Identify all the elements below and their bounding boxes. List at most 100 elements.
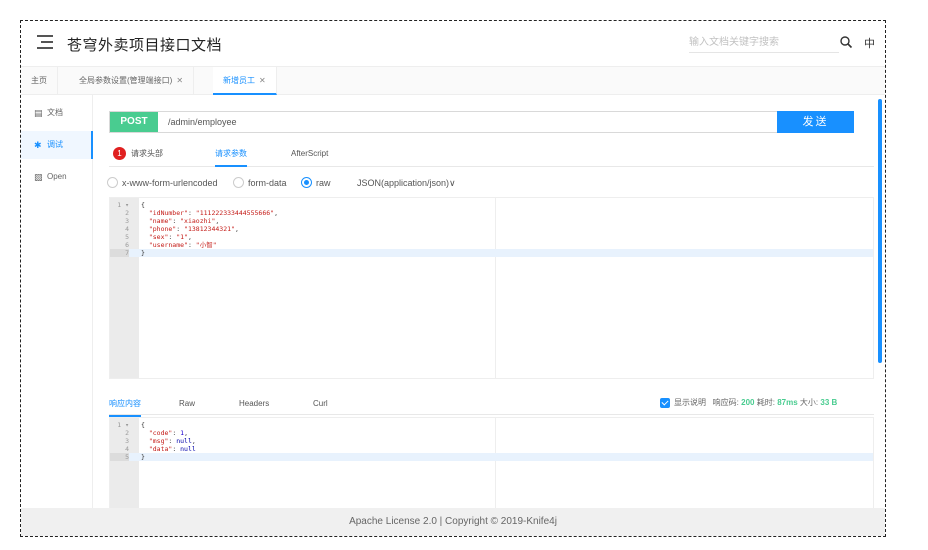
show-desc-checkbox[interactable] xyxy=(660,397,670,408)
page-tabs: 主页 全局参数设置(管理端接口) ✕ 新增员工 ✕ xyxy=(21,67,885,95)
code-text: { xyxy=(141,201,145,209)
tab-response-content[interactable]: 响应内容 xyxy=(109,391,141,417)
headers-count-badge: 1 xyxy=(113,147,126,161)
sidebar-item-label: 调试 xyxy=(47,140,63,149)
code-text: "phone": "13812344321", xyxy=(148,225,239,233)
tab-add-employee[interactable]: 新增员工 ✕ xyxy=(213,67,277,95)
code-text: "sex": "1", xyxy=(148,233,192,241)
tab-label: Curl xyxy=(313,399,328,408)
doc-icon: ▤ xyxy=(34,108,43,118)
code-text: } xyxy=(141,453,145,461)
menu-toggle-icon[interactable] xyxy=(37,35,53,51)
footer: Apache License 2.0 | Copyright © 2019-Kn… xyxy=(21,508,885,536)
code-line: 5 "sex": "1", xyxy=(110,233,873,241)
sidebar-item-debug[interactable]: ✱ 调试 xyxy=(21,131,93,159)
code-line: 5} xyxy=(110,453,873,461)
request-body-editor[interactable]: 1 ▾{2 "idNumber": "111222333444555666", 3… xyxy=(109,197,874,379)
tab-response-raw[interactable]: Raw xyxy=(179,391,195,417)
line-number: 5 xyxy=(125,233,129,241)
tab-response-curl[interactable]: Curl xyxy=(313,391,328,417)
tab-label: 主页 xyxy=(31,76,47,85)
close-icon[interactable]: ✕ xyxy=(176,76,183,85)
open-icon: ▧ xyxy=(34,172,43,182)
tab-home[interactable]: 主页 xyxy=(21,67,58,95)
size-label: 大小: xyxy=(799,398,819,407)
code-line: 3 "name": "xiaozhi", xyxy=(110,217,873,225)
tab-afterscript[interactable]: AfterScript xyxy=(291,141,328,167)
radio-dot xyxy=(233,177,244,188)
status-code-value: 200 xyxy=(741,398,755,407)
debug-icon: ✱ xyxy=(34,140,42,150)
response-info: 显示说明 响应码: 200 耗时: 87ms 大小: 33 B xyxy=(660,391,837,415)
chevron-down-icon: ∨ xyxy=(449,178,456,188)
line-number: 5 xyxy=(110,453,129,461)
url-input[interactable]: /admin/employee xyxy=(168,112,237,132)
tab-label: 全局参数设置(管理端接口) xyxy=(79,76,173,85)
select-label: JSON(application/json) xyxy=(357,178,450,188)
send-button[interactable]: 发送 xyxy=(777,111,854,133)
code-text: "name": "xiaozhi", xyxy=(148,217,220,225)
code-line: 2 "idNumber": "111222333444555666", xyxy=(110,209,873,217)
code-line: 3 "msg": null, xyxy=(110,437,873,445)
tab-label: AfterScript xyxy=(291,149,329,158)
line-number: 4 xyxy=(125,445,129,453)
code-text: "username": "小智" xyxy=(148,241,217,249)
elapsed-label: 耗时: xyxy=(756,398,775,407)
tab-label: 请求头部 xyxy=(131,149,163,158)
code-text: { xyxy=(141,421,145,429)
code-line: 1 ▾ { xyxy=(110,421,873,429)
radio-label: form-data xyxy=(248,178,287,188)
code-line: 2 "code": 1, xyxy=(110,429,873,437)
app-window: 苍穹外卖项目接口文档 中 主页 全局参数设置(管理端接口)✕ 新增员工✕ ▤ 文… xyxy=(20,20,886,537)
elapsed-value: 87ms xyxy=(777,398,798,407)
tab-request-headers[interactable]: 1 请求头部 xyxy=(113,141,163,167)
radio-label: raw xyxy=(316,178,331,188)
code-text: } xyxy=(141,249,145,257)
vertical-scrollbar[interactable] xyxy=(878,99,882,363)
page-title: 苍穹外卖项目接口文档 xyxy=(67,37,223,54)
tab-label: 新增员工 xyxy=(223,76,255,85)
radio-urlencoded[interactable]: x-www-form-urlencoded xyxy=(107,177,218,189)
method-select[interactable]: POST xyxy=(110,112,158,132)
sidebar-item-label: Open xyxy=(47,172,67,181)
code-text: "data": null xyxy=(148,445,196,453)
tab-response-headers[interactable]: Headers xyxy=(239,391,269,417)
size-value: 33 B xyxy=(820,398,838,407)
code-text: "code": 1, xyxy=(148,429,188,437)
radio-formdata[interactable]: form-data xyxy=(233,177,287,189)
radio-dot xyxy=(301,177,312,188)
sidebar-item-doc[interactable]: ▤ 文档 xyxy=(21,99,93,127)
radio-label: x-www-form-urlencoded xyxy=(122,178,218,188)
close-icon[interactable]: ✕ xyxy=(259,76,266,85)
main-panel: POST /admin/employee 发送 1 请求头部 请求参数 After… xyxy=(93,95,885,533)
sidebar-item-open[interactable]: ▧ Open xyxy=(21,163,93,191)
code-line: 4 "phone": "13812344321", xyxy=(110,225,873,233)
radio-raw[interactable]: raw xyxy=(301,177,331,189)
sidebar-item-label: 文档 xyxy=(47,108,63,117)
line-number: 2 xyxy=(125,209,129,217)
url-bar: POST /admin/employee xyxy=(109,111,854,133)
tab-label: Raw xyxy=(179,399,196,408)
line-number: 1 ▾ xyxy=(117,201,129,209)
search-input[interactable] xyxy=(689,33,839,53)
tab-label: 响应内容 xyxy=(109,399,141,408)
code-line: 7} xyxy=(110,249,873,257)
code-text: "idNumber": "111222333444555666", xyxy=(148,209,278,217)
request-tabs: 1 请求头部 请求参数 AfterScript xyxy=(109,141,874,167)
language-switch[interactable]: 中 xyxy=(864,35,875,51)
code-line: 1 ▾ { xyxy=(110,201,873,209)
search-icon[interactable] xyxy=(839,35,853,49)
line-number: 3 xyxy=(125,437,129,445)
content-type-select[interactable]: JSON(application/json)∨ xyxy=(357,177,456,189)
tab-request-params[interactable]: 请求参数 xyxy=(215,141,247,167)
radio-dot xyxy=(107,177,118,188)
tab-label: Headers xyxy=(239,399,270,408)
top-header: 苍穹外卖项目接口文档 中 xyxy=(21,21,885,67)
status-code-label: 响应码: xyxy=(712,398,739,407)
code-text: "msg": null, xyxy=(148,437,196,445)
line-number: 2 xyxy=(125,429,129,437)
tab-global-params[interactable]: 全局参数设置(管理端接口) ✕ xyxy=(69,67,195,95)
line-number: 6 xyxy=(125,241,129,249)
line-number: 1 ▾ xyxy=(117,421,129,429)
line-number: 3 xyxy=(125,217,129,225)
